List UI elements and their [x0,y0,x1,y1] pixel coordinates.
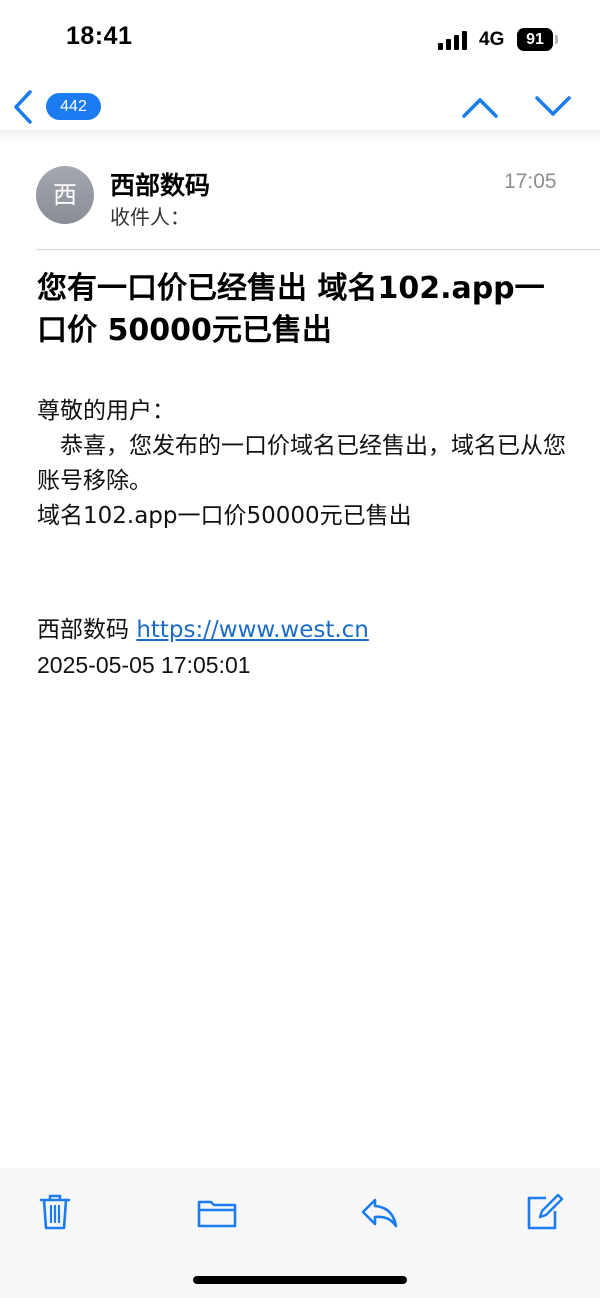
signature: 西部数码 https://www.west.cn [37,613,369,648]
message-subject: 您有一口价已经售出 域名102.app一口价 50000元已售出 [37,271,545,348]
body-detail: 域名102.app一口价50000元已售出 [37,503,412,529]
trash-icon [39,1194,71,1230]
signal-icon [438,30,468,50]
recipient-label[interactable]: 收件人： [110,201,190,230]
compose-icon [527,1193,564,1230]
reply-icon [361,1198,398,1228]
folder-icon [197,1200,237,1228]
next-message-button[interactable] [533,92,573,122]
chevron-down-icon [535,96,571,116]
sender-avatar[interactable]: 西 [36,166,94,224]
battery-icon: 91 [517,28,553,51]
home-indicator [193,1276,407,1284]
previous-message-button[interactable] [460,92,500,122]
nav-divider [0,130,600,142]
signature-link[interactable]: https://www.west.cn [136,617,369,643]
compose-button[interactable] [522,1190,566,1234]
unread-count-badge[interactable]: 442 [46,93,101,120]
chevron-up-icon [462,98,498,118]
body-message: 恭喜，您发布的一口价域名已经售出，域名已从您账号移除。 [37,433,566,494]
delete-button[interactable] [33,1190,77,1234]
status-time: 18:41 [66,22,133,50]
header-divider [36,249,600,250]
sender-name[interactable]: 西部数码 [110,166,210,202]
signature-name: 西部数码 [37,617,129,643]
send-datetime: 2025-05-05 17:05:01 [37,652,251,678]
message-time: 17:05 [504,170,557,193]
battery-tip [555,35,558,44]
network-type: 4G [479,29,505,50]
body-greeting: 尊敬的用户： [37,398,175,424]
back-button[interactable] [10,88,40,126]
status-bar: 18:41 4G 91 [0,0,600,80]
chevron-left-icon [14,90,32,124]
reply-button[interactable] [357,1190,401,1234]
move-to-folder-button[interactable] [195,1190,239,1234]
